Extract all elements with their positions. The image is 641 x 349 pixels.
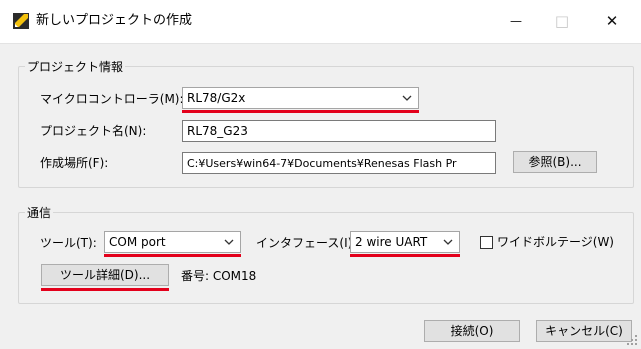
app-icon: [13, 13, 29, 29]
resize-grip-icon[interactable]: [626, 334, 638, 346]
wide-voltage-checkbox[interactable]: [480, 236, 493, 249]
microcontroller-value: RL78/G2x: [187, 91, 246, 105]
microcontroller-highlight: [182, 110, 419, 113]
chevron-down-icon: [224, 239, 234, 245]
close-icon: ✕: [605, 12, 619, 30]
tool-details-highlight: [41, 288, 169, 291]
project-info-legend: プロジェクト情報: [27, 60, 124, 74]
maximize-button[interactable]: □: [542, 6, 582, 36]
tool-label: ツール(T):: [40, 236, 97, 250]
minimize-button[interactable]: —: [496, 6, 536, 36]
close-button[interactable]: ✕: [592, 6, 632, 36]
connect-button[interactable]: 接続(O): [424, 320, 520, 342]
tool-details-button[interactable]: ツール詳細(D)...: [41, 264, 169, 286]
browse-button[interactable]: 参照(B)...: [513, 151, 597, 173]
minimize-icon: —: [510, 14, 522, 28]
microcontroller-label: マイクロコントローラ(M):: [40, 92, 184, 106]
communication-legend: 通信: [27, 206, 52, 220]
chevron-down-icon: [443, 239, 453, 245]
window-title: 新しいプロジェクトの作成: [36, 13, 193, 28]
location-input[interactable]: C:¥Users¥win64-7¥Documents¥Renesas Flash…: [182, 152, 496, 174]
interface-highlight: [350, 254, 460, 257]
microcontroller-select[interactable]: RL78/G2x: [182, 87, 419, 109]
project-name-value: RL78_G23: [187, 124, 248, 138]
location-label: 作成場所(F):: [40, 156, 109, 170]
interface-select[interactable]: 2 wire UART: [350, 231, 460, 253]
cancel-button[interactable]: キャンセル(C): [536, 320, 632, 342]
interface-value: 2 wire UART: [355, 235, 428, 249]
tool-select[interactable]: COM port: [104, 231, 241, 253]
maximize-icon: □: [554, 12, 570, 30]
port-number-text: 番号: COM18: [181, 269, 257, 283]
interface-label: インタフェース(I):: [256, 236, 357, 250]
tool-highlight: [104, 254, 241, 257]
project-name-input[interactable]: RL78_G23: [182, 120, 496, 142]
wide-voltage-label: ワイドボルテージ(W): [497, 235, 614, 249]
chevron-down-icon: [402, 95, 412, 101]
project-name-label: プロジェクト名(N):: [40, 124, 147, 138]
tool-value: COM port: [109, 235, 166, 249]
location-value: C:¥Users¥win64-7¥Documents¥Renesas Flash…: [187, 157, 457, 170]
title-bar: 新しいプロジェクトの作成 — □ ✕: [0, 0, 641, 44]
